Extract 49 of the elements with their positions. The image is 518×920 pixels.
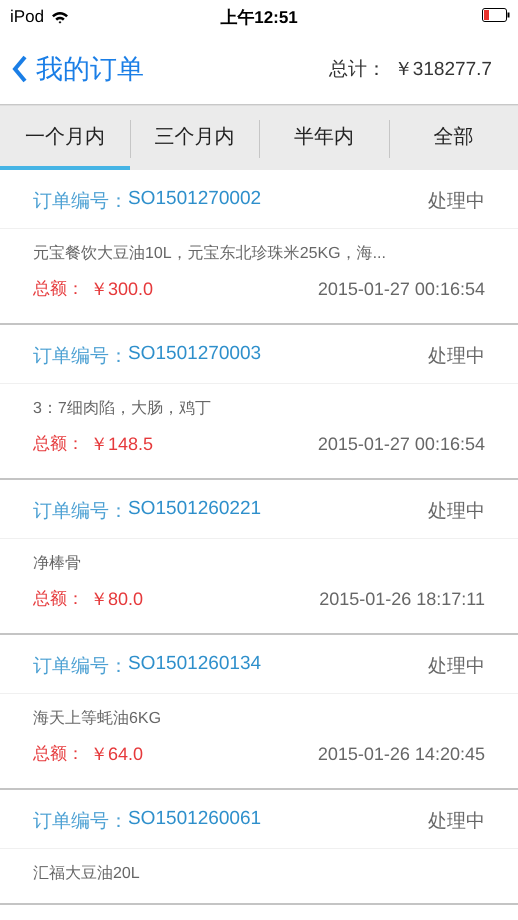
clock-time: 上午12:51 — [220, 6, 298, 28]
order-card[interactable]: 订单编号：SO1501260221 处理中 净棒骨 总额： ￥80.0 2015-01-26 18:17:11 — [0, 484, 518, 635]
back-chevron-icon — [12, 55, 28, 83]
battery-icon — [482, 8, 510, 22]
order-amount: ￥64.0 — [90, 743, 144, 766]
carrier-name: iPod — [10, 7, 44, 27]
order-items: 海天上等蚝油6KG — [33, 708, 162, 729]
order-items: 元宝餐饮大豆油10L，元宝东北珍珠米25KG，海... — [33, 244, 387, 264]
order-card[interactable]: 订单编号：SO1501260061 处理中 汇福大豆油20L — [0, 794, 518, 905]
wifi-icon — [51, 10, 70, 24]
order-card[interactable]: 订单编号：SO1501270003 处理中 3：7细肉陷，大肠，鸡丁 总额： ￥148.5 2015-01-27 00:16:54 — [0, 329, 518, 480]
order-time: 2015-01-26 14:20:45 — [318, 744, 485, 764]
back-button[interactable]: 我的订单 — [12, 51, 144, 87]
order-number: SO1501270002 — [128, 188, 262, 211]
order-status: 处理中 — [428, 190, 485, 214]
order-number: SO1501260221 — [128, 498, 262, 521]
order-time: 2015-01-27 00:16:54 — [318, 434, 485, 454]
order-amount: ￥148.5 — [90, 433, 154, 456]
amount-label: 总额： — [33, 588, 84, 610]
filter-tab[interactable]: 三个月内 — [130, 106, 259, 170]
order-number-label: 订单编号： — [33, 810, 128, 834]
order-items: 净棒骨 — [33, 554, 82, 574]
order-number: SO1501260061 — [128, 808, 262, 831]
order-items: 汇福大豆油20L — [33, 864, 141, 884]
order-number: SO1501270003 — [128, 343, 262, 366]
order-status: 处理中 — [428, 500, 485, 524]
order-status: 处理中 — [428, 345, 485, 369]
order-items: 3：7细肉陷，大肠，鸡丁 — [33, 398, 212, 419]
order-amount: ￥80.0 — [90, 588, 144, 611]
filter-tab[interactable]: 一个月内 — [0, 106, 130, 170]
order-card[interactable]: 订单编号：SO1501260134 处理中 海天上等蚝油6KG 总额： ￥64.0 2015-01-26 14:20:45 — [0, 639, 518, 790]
total-amount: ￥318277.7 — [394, 58, 492, 82]
order-status: 处理中 — [428, 810, 485, 834]
order-number-label: 订单编号： — [33, 500, 128, 524]
amount-label: 总额： — [33, 433, 84, 455]
order-number-label: 订单编号： — [33, 190, 128, 214]
filter-tab[interactable]: 全部 — [388, 106, 518, 170]
order-amount: ￥300.0 — [90, 278, 154, 301]
order-number-label: 订单编号： — [33, 655, 128, 679]
filter-tab[interactable]: 半年内 — [259, 106, 388, 170]
total-label: 总计： — [328, 58, 386, 82]
order-number: SO1501260134 — [128, 653, 262, 676]
order-card[interactable]: 订单编号：SO1501270002 处理中 元宝餐饮大豆油10L，元宝东北珍珠米25KG，海... 总额： ￥300.0 2015-01-27 00:16:54 — [0, 174, 518, 325]
order-time: 2015-01-27 00:16:54 — [318, 278, 485, 300]
amount-label: 总额： — [33, 278, 84, 300]
order-number-label: 订单编号： — [33, 345, 128, 369]
amount-label: 总额： — [33, 743, 84, 765]
order-time: 2015-01-26 18:17:11 — [319, 588, 485, 610]
order-status: 处理中 — [428, 655, 485, 679]
